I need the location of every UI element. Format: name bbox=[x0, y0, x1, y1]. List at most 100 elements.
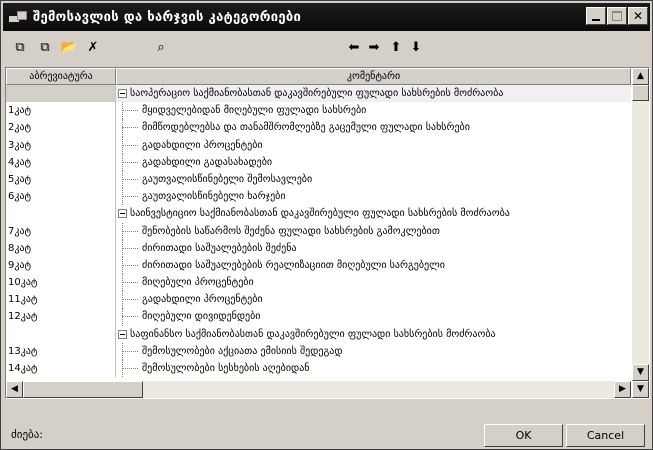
row-abbreviation: 3კატ bbox=[6, 136, 116, 154]
scroll-corner-down-icon[interactable]: ▼ bbox=[632, 381, 649, 398]
item-label: გადახდილი გადასახადები bbox=[142, 156, 273, 168]
tree-group-row[interactable]: საინვესტიციო საქმიანობასთან დაკავშირებულ… bbox=[6, 205, 631, 223]
item-label: გადახდილი პროცენტები bbox=[142, 139, 263, 151]
tree-connector bbox=[122, 230, 138, 232]
row-abbreviation: 11კატ bbox=[6, 291, 116, 309]
collapse-icon[interactable] bbox=[118, 329, 127, 339]
scroll-right-icon[interactable]: ▶ bbox=[614, 381, 631, 398]
tree-child-row[interactable]: 5კატ გაუთვალისწინებელი შემოსავლები bbox=[6, 170, 631, 189]
tree-group-row[interactable]: საოპერაციო საქმიანობასთან დაკავშირებული … bbox=[6, 85, 631, 103]
row-abbreviation: 4კატ bbox=[6, 153, 116, 171]
row-abbreviation bbox=[6, 325, 116, 343]
tree-connector bbox=[122, 316, 138, 318]
scroll-down-icon[interactable]: ▼ bbox=[632, 364, 649, 381]
row-comment-cell: გაუთვალისწინებელი ხარჯები bbox=[116, 188, 631, 206]
item-label: შემოსულობები სესხების აღებიდან bbox=[142, 363, 310, 374]
horizontal-scroll-thumb[interactable] bbox=[23, 381, 143, 398]
vertical-scrollbar[interactable]: ▲ ▼ bbox=[632, 68, 649, 381]
row-comment-cell: გადახდილი პროცენტები bbox=[116, 291, 631, 309]
item-label: გაუთვალისწინებელი ხარჯები bbox=[142, 191, 286, 203]
arrow-up-icon[interactable]: ⬆ bbox=[387, 39, 405, 57]
tree-child-row[interactable]: 3კატ გადახდილი პროცენტები bbox=[6, 136, 631, 154]
column-header-abbreviation[interactable]: აბრევიატურა bbox=[6, 68, 116, 85]
row-abbreviation: 14კატ bbox=[6, 360, 116, 378]
item-label: მიღებული დივიდენდები bbox=[142, 311, 261, 323]
open-folder-icon[interactable]: 📂 bbox=[60, 39, 78, 57]
tree-connector bbox=[122, 247, 138, 249]
item-label: გაუთვალისწინებელი შემოსავლები bbox=[142, 173, 313, 185]
tree-child-row[interactable]: 8კატ ძირითადი საშუალებების შეძენა bbox=[6, 239, 631, 257]
column-header-comment[interactable]: კომენტარი bbox=[116, 68, 631, 85]
row-comment-cell: გადახდილი გადასახადები bbox=[116, 153, 631, 171]
group-label: საოპერაციო საქმიანობასთან დაკავშირებული … bbox=[130, 88, 504, 99]
arrow-down-icon[interactable]: ⬇ bbox=[407, 39, 425, 57]
tree-child-row[interactable]: 6კატ გაუთვალისწინებელი ხარჯები bbox=[6, 188, 631, 206]
row-comment-cell: საფინანსო საქმიანობასთან დაკავშირებული ფ… bbox=[116, 326, 631, 343]
find-icon[interactable]: ⌕ bbox=[152, 39, 170, 57]
tree-child-row[interactable]: 1კატ მყიდველებიდან მიღებული ფულადი სახსრე… bbox=[6, 102, 631, 120]
grid-header: აბრევიატურა კომენტარი bbox=[6, 68, 631, 85]
arrow-left-icon[interactable]: ⬅ bbox=[345, 39, 363, 57]
item-label: მიმწოდებლებსა და თანამშრომლებზე გაცემული… bbox=[142, 122, 470, 134]
delete-icon[interactable]: ✗ bbox=[84, 39, 102, 57]
row-abbreviation: 2კატ bbox=[6, 119, 116, 137]
window-title: შემოსავლის და ხარჯვის კატეგორიები bbox=[33, 9, 302, 25]
title-bar[interactable]: შემოსავლის და ხარჯვის კატეგორიები ✕ bbox=[3, 3, 650, 31]
tree-connector bbox=[122, 282, 138, 284]
row-comment-cell: საოპერაციო საქმიანობასთან დაკავშირებული … bbox=[116, 85, 631, 103]
row-abbreviation: 13კატ bbox=[6, 342, 116, 360]
tree-connector bbox=[122, 196, 138, 198]
vertical-scroll-thumb[interactable] bbox=[632, 85, 649, 101]
tree-connector bbox=[122, 178, 138, 180]
row-abbreviation: 9კატ bbox=[6, 256, 116, 275]
dialog-window: შემოსავლის და ხარჯვის კატეგორიები ✕ ⧉ ⧉ … bbox=[0, 0, 653, 450]
new-icon[interactable]: ⧉ bbox=[11, 39, 29, 57]
category-tree-grid[interactable]: აბრევიატურა კომენტარი საოპერაციო საქმიან… bbox=[5, 67, 650, 399]
tree-child-row[interactable]: 11კატ გადახდილი პროცენტები bbox=[6, 291, 631, 309]
close-button[interactable]: ✕ bbox=[628, 7, 648, 25]
row-comment-cell: მიღებული პროცენტები bbox=[116, 274, 631, 292]
tree-child-row[interactable]: 4კატ გადახდილი გადასახადები bbox=[6, 153, 631, 171]
search-label: ძიება: bbox=[11, 428, 44, 441]
cancel-button[interactable]: Cancel bbox=[566, 424, 645, 447]
row-comment-cell: ძირითადი საშუალებების შეძენა bbox=[116, 239, 631, 257]
tree-connector bbox=[122, 127, 138, 129]
row-abbreviation bbox=[6, 205, 116, 223]
tree-child-row[interactable]: 12კატ მიღებული დივიდენდები bbox=[6, 308, 631, 326]
row-abbreviation: 10კატ bbox=[6, 274, 116, 292]
horizontal-scrollbar[interactable]: ◀ ▶ bbox=[6, 381, 631, 398]
item-label: ძირითადი საშუალებების რეალიზაციით მიღებუ… bbox=[142, 259, 445, 271]
item-label: მიღებული პროცენტები bbox=[142, 277, 254, 289]
scroll-left-icon[interactable]: ◀ bbox=[6, 381, 23, 398]
maximize-icon bbox=[612, 11, 622, 21]
tree-connector bbox=[122, 110, 138, 112]
minimize-button[interactable] bbox=[586, 7, 606, 25]
tree-connector bbox=[122, 368, 138, 369]
row-comment-cell: მყიდველებიდან მიღებული ფულადი სახსრები bbox=[116, 102, 631, 120]
item-label: შენობების საწარმოს შეძენა ფულადი სახსრებ… bbox=[142, 225, 440, 237]
tree-group-row[interactable]: საფინანსო საქმიანობასთან დაკავშირებული ფ… bbox=[6, 325, 631, 343]
ok-button[interactable]: OK bbox=[484, 424, 563, 447]
toolbar: ⧉ ⧉ 📂 ✗ ⌕ ⬅ ➡ ⬆ ⬇ bbox=[3, 33, 650, 63]
edit-icon[interactable]: ⧉ bbox=[36, 39, 54, 57]
collapse-icon[interactable] bbox=[118, 89, 127, 98]
scroll-up-icon[interactable]: ▲ bbox=[632, 68, 649, 85]
maximize-button[interactable] bbox=[607, 7, 627, 25]
group-label: საფინანსო საქმიანობასთან დაკავშირებული ფ… bbox=[130, 328, 496, 340]
row-comment-cell: შემოსულობები აქციათა ემისიის შედეგად bbox=[116, 342, 631, 360]
tree-child-row[interactable]: 2კატ მიმწოდებლებსა და თანამშრომლებზე გაცე… bbox=[6, 119, 631, 137]
collapse-icon[interactable] bbox=[118, 209, 127, 219]
tree-child-row[interactable]: 10კატ მიღებული პროცენტები bbox=[6, 274, 631, 292]
row-abbreviation: 7კატ bbox=[6, 222, 116, 240]
item-label: მყიდველებიდან მიღებული ფულადი სახსრები bbox=[142, 105, 367, 117]
row-abbreviation: 1კატ bbox=[6, 102, 116, 120]
item-label: გადახდილი პროცენტები bbox=[142, 294, 263, 306]
tree-child-row[interactable]: 9კატ ძირითადი საშუალებების რეალიზაციით მი… bbox=[6, 256, 631, 275]
arrow-right-icon[interactable]: ➡ bbox=[365, 39, 383, 57]
tree-connector bbox=[122, 144, 138, 146]
tree-child-row[interactable]: 13კატ შემოსულობები აქციათა ემისიის შედეგა… bbox=[6, 342, 631, 360]
tree-child-row[interactable]: 7კატ შენობების საწარმოს შეძენა ფულადი სახ… bbox=[6, 222, 631, 240]
tree-connector bbox=[122, 161, 138, 163]
row-abbreviation: 5კატ bbox=[6, 170, 116, 189]
tree-child-row[interactable]: 14კატ შემოსულობები სესხების აღებიდან bbox=[6, 360, 631, 378]
